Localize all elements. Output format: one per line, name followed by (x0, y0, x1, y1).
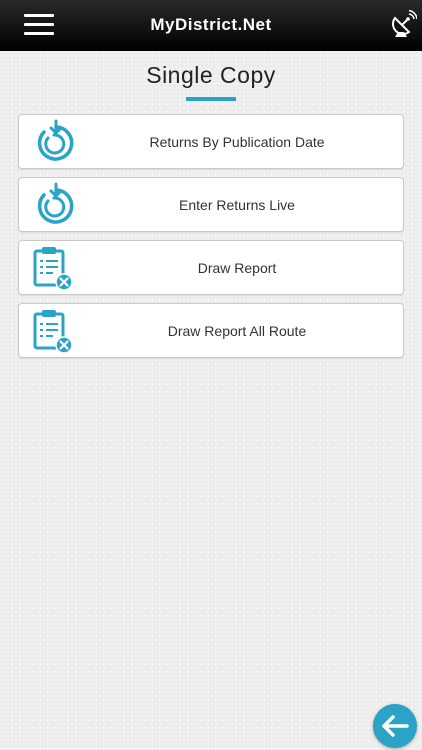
page-title: Single Copy (146, 62, 276, 88)
menu-item-label: Returns By Publication Date (149, 134, 325, 150)
menu-item-label: Enter Returns Live (179, 197, 295, 213)
satellite-dish-icon[interactable] (391, 10, 417, 38)
back-button[interactable] (373, 704, 417, 748)
returns-by-publication-date-button[interactable]: Returns By Publication Date (18, 114, 404, 169)
top-bar: MyDistrict.Net (0, 0, 422, 51)
draw-report-button[interactable]: Draw Report (18, 240, 404, 295)
draw-report-all-route-button[interactable]: Draw Report All Route (18, 303, 404, 358)
app-title: MyDistrict.Net (150, 15, 272, 34)
menu-item-label: Draw Report All Route (167, 323, 307, 339)
menu-item-label: Draw Report (197, 260, 277, 276)
back-arrow-icon (382, 715, 409, 737)
title-underline (186, 97, 236, 101)
enter-returns-live-button[interactable]: Enter Returns Live (18, 177, 404, 232)
